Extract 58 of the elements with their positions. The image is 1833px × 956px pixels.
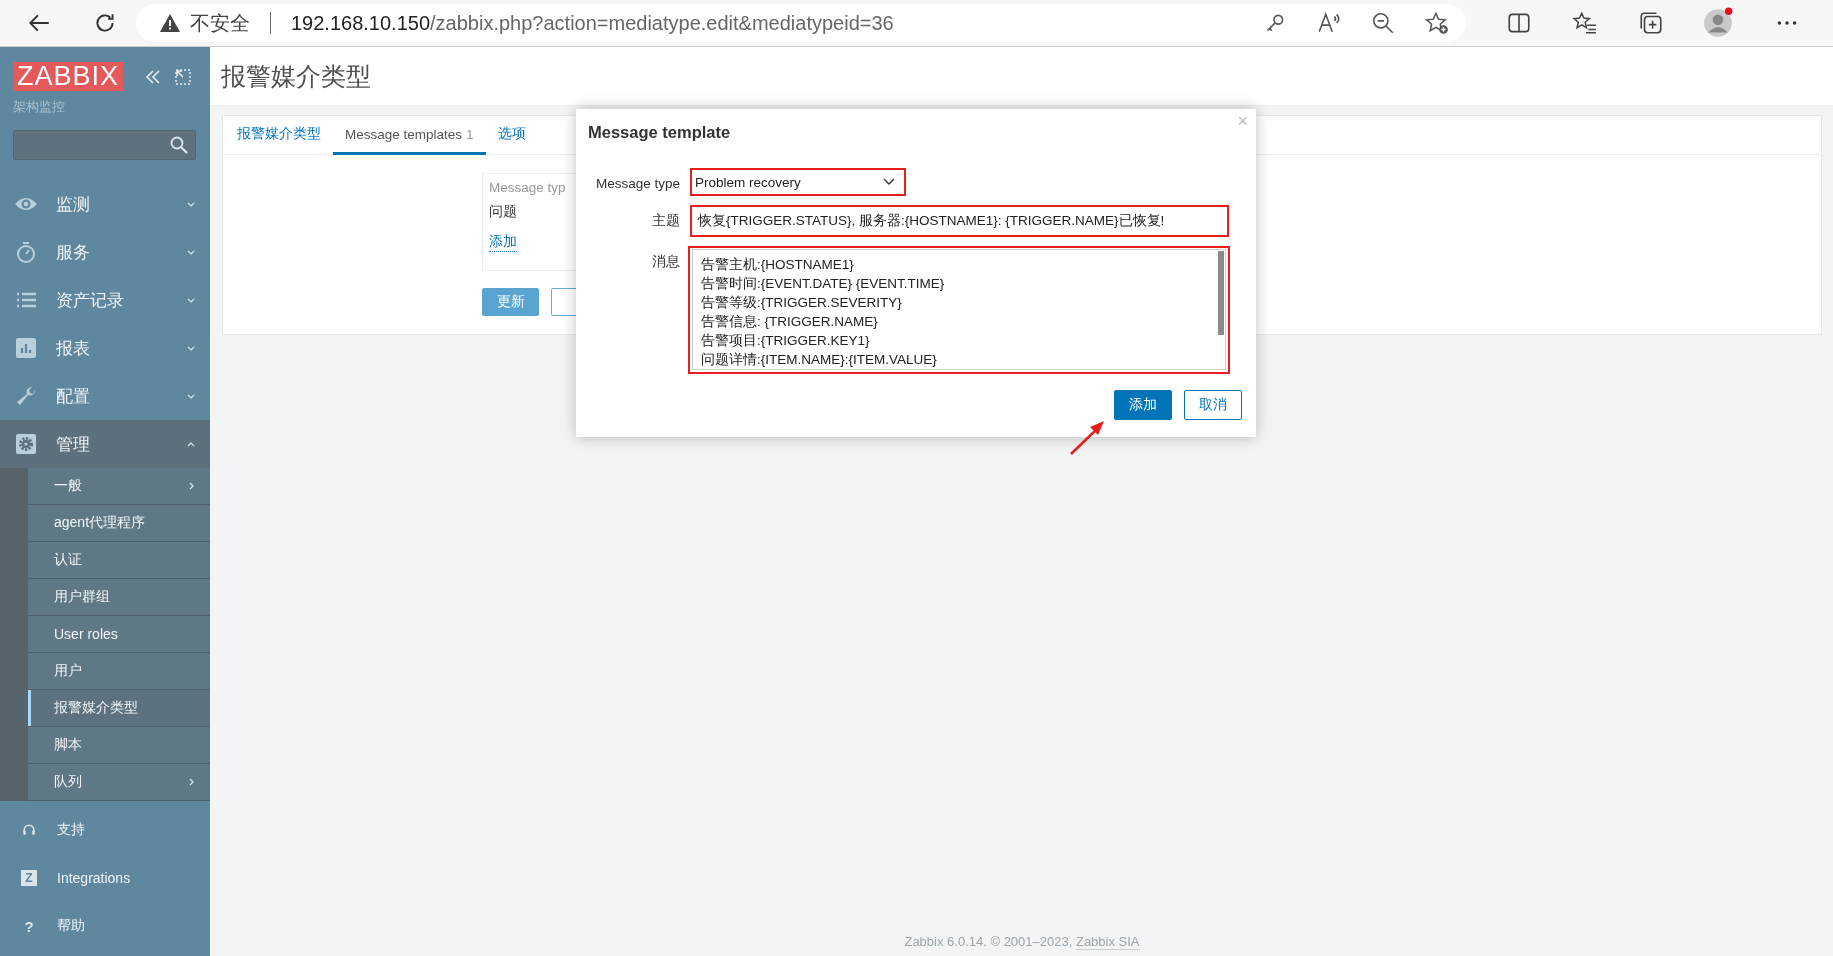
page-title: 报警媒介类型: [221, 60, 371, 92]
submenu-item[interactable]: User roles: [28, 616, 210, 653]
add-link[interactable]: 添加: [489, 233, 517, 252]
headset-icon: [21, 822, 37, 838]
menu-item[interactable]: 报表: [0, 324, 210, 372]
add-button[interactable]: 添加: [1114, 390, 1172, 420]
dialog-title: Message template: [588, 123, 732, 142]
field-label: 消息: [651, 253, 681, 271]
profile-avatar[interactable]: [1702, 7, 1734, 39]
submenu-item[interactable]: 认证: [28, 542, 210, 579]
column-header: Message typ: [489, 180, 567, 195]
stopwatch-icon: [14, 240, 38, 264]
field-label: 主题: [651, 212, 681, 230]
security-label: 不安全: [190, 10, 250, 36]
submenu-item[interactable]: 脚本: [28, 727, 210, 764]
tab[interactable]: 报警媒介类型: [225, 116, 333, 155]
menu-item[interactable]: 服务: [0, 228, 210, 276]
submenu-item[interactable]: 用户: [28, 653, 210, 690]
server-name: 架构监控: [12, 98, 66, 116]
menu-item[interactable]: 管理: [0, 420, 210, 468]
message-field[interactable]: 告警主机:{HOSTNAME1} 告警时间:{EVENT.DATE} {EVENT.TIME} 告警等级:{TRIGGER.SEVERITY} 告警信息: {TRIGGER.NAME} 告警项目:{TRIGGER.KEY1} 问题详情:{ITEM.NAME}:{ITEM.VALUE}: [692, 249, 1226, 370]
field-label: Message type: [594, 175, 681, 191]
subject-field[interactable]: 恢复{TRIGGER.STATUS}, 服务器:{HOSTNAME1}: {TRIGGER.NAME}已恢复!: [695, 210, 1224, 232]
gear-icon: [14, 432, 38, 456]
expand-icon[interactable]: [173, 66, 194, 87]
scrollbar[interactable]: [1218, 251, 1224, 335]
url-text: 192.168.10.150/zabbix.php?action=mediatype.edit&mediatypeid=36: [291, 11, 894, 35]
submenu-item[interactable]: 一般: [28, 468, 210, 505]
tab[interactable]: 选项: [485, 116, 538, 155]
logo[interactable]: ZABBIX: [13, 62, 124, 91]
footer-text: Zabbix 6.0.14. © 2001–2023, Zabbix SIA: [903, 934, 1141, 952]
menu-item[interactable]: 资产记录: [0, 276, 210, 324]
submenu-item[interactable]: 队列: [28, 764, 210, 801]
chevron-down-icon: [883, 178, 895, 186]
message-type-select[interactable]: Problem recovery: [693, 172, 901, 192]
collections-icon[interactable]: [1638, 10, 1664, 36]
zoom-out-icon[interactable]: [1370, 10, 1396, 36]
menu-item[interactable]: Z Integrations: [0, 854, 210, 902]
submenu-item[interactable]: 用户群组: [28, 579, 210, 616]
address-bar[interactable]: 不安全 192.168.10.150/zabbix.php?action=mediatype.edit&mediatypeid=36: [136, 4, 1466, 42]
chart-icon: [14, 336, 38, 360]
submenu-item[interactable]: 报警媒介类型: [28, 690, 210, 727]
footer-link[interactable]: Zabbix SIA: [1075, 934, 1140, 950]
menu-item[interactable]: ? 帮助: [0, 902, 210, 950]
add-favorite-icon[interactable]: [1424, 10, 1450, 36]
search-field[interactable]: [13, 130, 196, 160]
table-cell-text: 问题: [489, 203, 518, 221]
update-button[interactable]: 更新: [482, 288, 539, 316]
cancel-button[interactable]: 取消: [1184, 390, 1242, 420]
menu-item[interactable]: 支持: [0, 806, 210, 854]
menu-item[interactable]: 配置: [0, 372, 210, 420]
glyph-icon: Z: [21, 870, 37, 886]
menu-item[interactable]: 监测: [0, 180, 210, 228]
glyph-icon: ?: [21, 917, 37, 935]
favorites-icon[interactable]: [1572, 10, 1598, 36]
tab[interactable]: Message templates 1: [333, 116, 486, 155]
search-icon[interactable]: [169, 135, 189, 155]
submenu-item[interactable]: agent代理程序: [28, 505, 210, 542]
